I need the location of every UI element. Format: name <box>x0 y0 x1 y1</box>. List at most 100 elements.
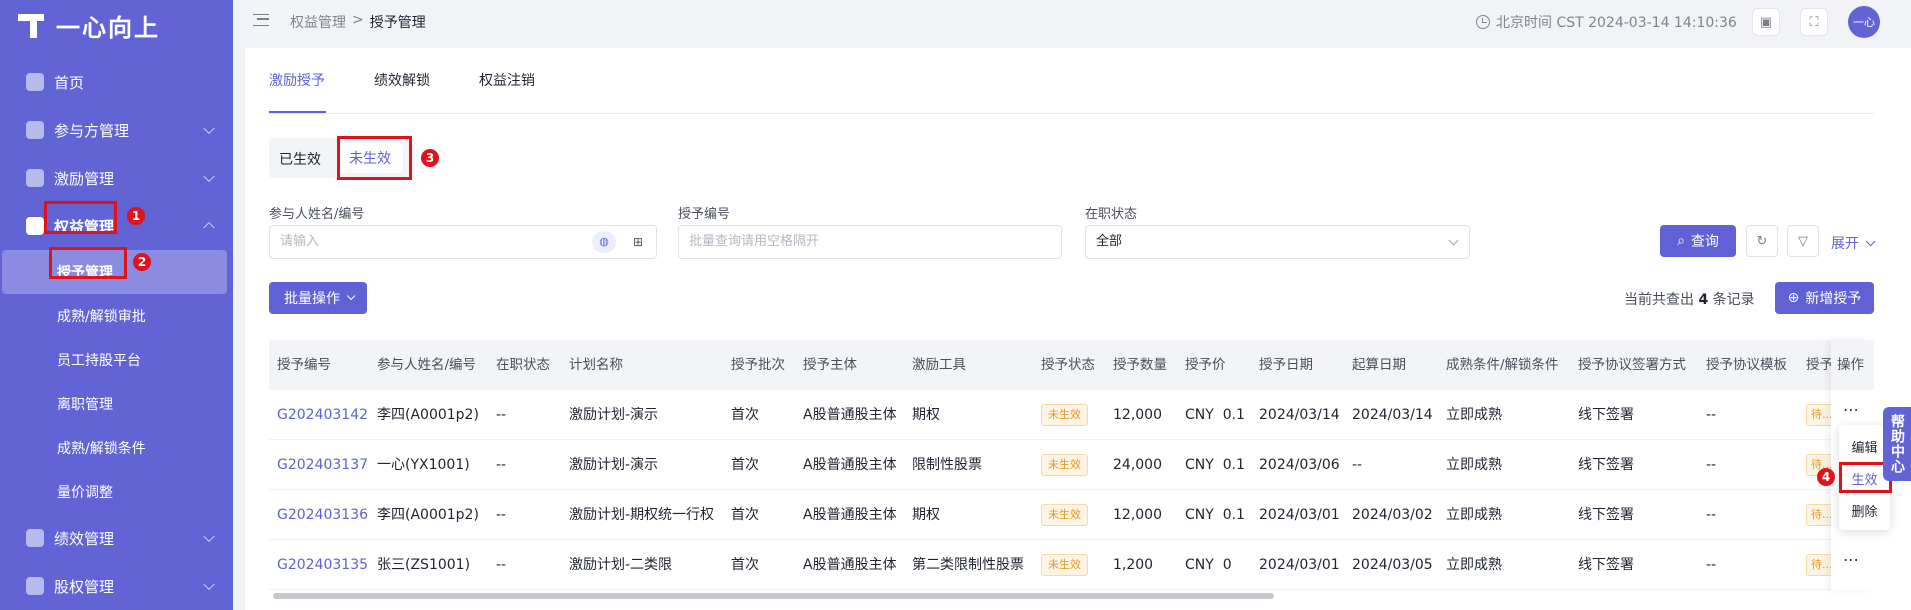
record-count: 当前共查出 4 条记录 <box>1624 289 1755 309</box>
price-cell: CNY 0.1 <box>1185 407 1245 423</box>
plan-cell: 激励计划-演示 <box>569 457 659 473</box>
tab-incentive-grant[interactable]: 激励授予 <box>269 70 325 102</box>
header-participant: 参与人姓名/编号 <box>377 357 477 373</box>
breadcrumb-separator: > <box>352 12 364 28</box>
grant-table: 授予编号 参与人姓名/编号 在职状态 计划名称 授予批次 授予主体 激励工具 授… <box>269 340 1874 590</box>
batch-operation-label: 批量操作 <box>284 291 340 307</box>
segment-not-effective[interactable]: 未生效 <box>337 143 403 173</box>
name-input[interactable]: 请输入 ◍ ⊞ <box>269 225 657 259</box>
batch-cell: 首次 <box>731 507 759 523</box>
sidebar-item-label: 权益管理 <box>54 217 115 236</box>
avatar[interactable]: 一心 <box>1848 6 1880 38</box>
brand-logo[interactable]: 一心向上 <box>18 7 160 43</box>
header-start-date: 起算日期 <box>1352 357 1406 373</box>
tabs: 激励授予 绩效解锁 权益注销 <box>269 70 535 102</box>
header-grant-code: 授予编号 <box>277 357 331 373</box>
start-date-cell: -- <box>1352 457 1363 473</box>
record-count-value: 4 <box>1698 292 1709 308</box>
record-count-prefix: 当前共查出 <box>1624 292 1694 308</box>
clock: 北京时间 CST 2024-03-14 14:10:36 <box>1476 12 1737 32</box>
price-cell: CNY 0.1 <box>1185 507 1245 523</box>
sidebar: 一心向上 首页 参与方管理 激励管理 权益管理 授予管理 成熟/解锁审批 员工持… <box>0 0 233 610</box>
grant-code-link[interactable]: G202403135 <box>277 540 368 590</box>
sidebar-subitem-resignation[interactable]: 离职管理 <box>0 382 233 426</box>
sidebar-nav: 首页 参与方管理 激励管理 权益管理 授予管理 成熟/解锁审批 员工持股平台 离… <box>0 58 233 610</box>
status-badge: 未生效 <box>1041 404 1088 426</box>
sidebar-item-home[interactable]: 首页 <box>0 58 233 106</box>
employment-cell: -- <box>496 457 507 473</box>
signing-cell: 线下签署 <box>1578 557 1634 573</box>
add-grant-button[interactable]: ⊕ 新增授予 <box>1775 282 1874 314</box>
signing-cell: 线下签署 <box>1578 407 1634 423</box>
sidebar-subitem-price-adjust[interactable]: 量价调整 <box>0 470 233 514</box>
start-date-cell: 2024/03/14 <box>1352 407 1433 423</box>
menu-item-delete[interactable]: 删除 <box>1839 501 1890 520</box>
entity-cell: A股普通股主体 <box>803 507 897 523</box>
filter-button[interactable]: ▽ <box>1787 225 1819 257</box>
grid-icon[interactable]: ⊞ <box>630 234 646 250</box>
breadcrumb-item[interactable]: 权益管理 <box>290 12 346 32</box>
more-actions-icon[interactable]: ⋯ <box>1843 400 1860 419</box>
employment-cell: -- <box>496 407 507 423</box>
tool-cell: 期权 <box>912 407 940 423</box>
start-date-cell: 2024/03/05 <box>1352 557 1433 573</box>
horizontal-scrollbar[interactable] <box>273 593 1274 599</box>
grant-code-link[interactable]: G202403142 <box>277 390 368 440</box>
more-actions-icon[interactable]: ⋯ <box>1843 550 1860 569</box>
chevron-down-icon <box>346 291 356 301</box>
query-button-label: 查询 <box>1690 234 1719 250</box>
sidebar-subitem-grant[interactable]: 授予管理 <box>2 250 227 294</box>
sidebar-item-participants[interactable]: 参与方管理 <box>0 106 233 154</box>
sidebar-item-performance[interactable]: 绩效管理 <box>0 514 233 562</box>
equity-icon <box>26 217 44 235</box>
segment-effective[interactable]: 已生效 <box>279 149 321 169</box>
sidebar-subitem-vest-conditions[interactable]: 成熟/解锁条件 <box>0 426 233 470</box>
breadcrumb-current: 授予管理 <box>369 15 426 31</box>
chevron-down-icon <box>203 578 215 591</box>
conditions-cell: 立即成熟 <box>1446 557 1502 573</box>
add-icon: ⊕ <box>1787 290 1800 306</box>
chevron-down-icon <box>203 170 215 183</box>
chevron-down-icon <box>203 530 215 543</box>
batch-operation-button[interactable]: 批量操作 <box>269 282 367 314</box>
main-card: 激励授予 绩效解锁 权益注销 已生效 未生效 3 参与人姓名/编号 请输入 ◍ … <box>245 48 1911 610</box>
batch-cell: 首次 <box>731 557 759 573</box>
grant-code-link[interactable]: G202403137 <box>277 440 368 490</box>
search-icon: ⌕ <box>1677 233 1685 249</box>
sidebar-item-shares[interactable]: 股权管理 <box>0 562 233 610</box>
conditions-cell: 立即成熟 <box>1446 407 1502 423</box>
query-button[interactable]: ⌕ 查询 <box>1660 225 1736 257</box>
tool-cell: 第二类限制性股票 <box>912 557 1024 573</box>
header-template: 授予协议模板 <box>1706 357 1787 373</box>
filter-label-status: 在职状态 <box>1085 207 1138 222</box>
template-cell: -- <box>1706 557 1717 573</box>
sidebar-item-incentive[interactable]: 激励管理 <box>0 154 233 202</box>
droplet-icon[interactable]: ◍ <box>592 231 616 253</box>
conditions-cell: 立即成熟 <box>1446 507 1502 523</box>
sidebar-subitem-vest-approval[interactable]: 成熟/解锁审批 <box>0 294 233 338</box>
tab-performance-unlock[interactable]: 绩效解锁 <box>374 70 430 102</box>
header-employment: 在职状态 <box>496 357 550 373</box>
expand-button[interactable]: 展开 <box>1831 233 1876 253</box>
grant-date-cell: 2024/03/14 <box>1259 407 1340 423</box>
employment-status-select[interactable]: 全部 <box>1085 225 1470 259</box>
sidebar-subitem-esop-platform[interactable]: 员工持股平台 <box>0 338 233 382</box>
status-cell: 未生效 <box>1041 490 1088 540</box>
header-plan: 计划名称 <box>569 357 623 373</box>
entity-cell: A股普通股主体 <box>803 457 897 473</box>
grant-code-input[interactable]: 批量查询请用空格隔开 <box>678 225 1062 259</box>
reset-button[interactable]: ↻ <box>1746 225 1778 257</box>
step-badge-2: 2 <box>133 253 151 271</box>
fullscreen-button[interactable]: ⛶ <box>1800 8 1828 36</box>
filter-icon: ▽ <box>1798 233 1808 249</box>
employment-status-value: 全部 <box>1096 234 1123 249</box>
header-batch: 授予批次 <box>731 357 785 373</box>
menu-collapse-icon[interactable] <box>253 14 269 26</box>
tab-equity-cancel[interactable]: 权益注销 <box>479 70 535 102</box>
plan-cell: 激励计划-演示 <box>569 407 659 423</box>
clipboard-button[interactable]: ▣ <box>1752 8 1780 36</box>
sidebar-item-equity[interactable]: 权益管理 <box>0 202 233 250</box>
table-row: G202403136 李四(A0001p2) -- 激励计划-期权统一行权 首次… <box>269 490 1874 540</box>
grant-code-link[interactable]: G202403136 <box>277 490 368 540</box>
help-center-tab[interactable]: 帮助中心 <box>1883 407 1911 481</box>
